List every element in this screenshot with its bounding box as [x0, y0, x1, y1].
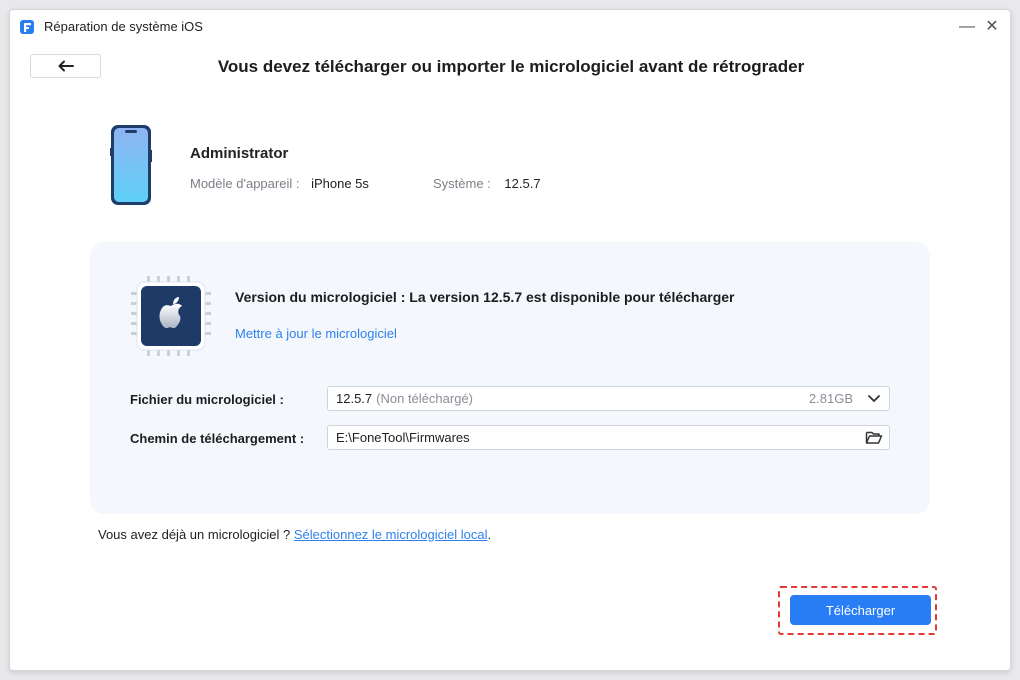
folder-open-icon[interactable]: [865, 429, 883, 446]
device-system-value: 12.5.7: [504, 176, 541, 191]
minimize-button[interactable]: —: [958, 18, 976, 36]
update-firmware-link[interactable]: Mettre à jour le micrologiciel: [235, 326, 397, 341]
iphone-icon: [110, 125, 152, 205]
page-title: Vous devez télécharger ou importer le mi…: [217, 57, 805, 76]
local-firmware-suffix: .: [487, 527, 492, 542]
download-button[interactable]: Télécharger: [790, 595, 931, 625]
close-button[interactable]: ✕: [983, 18, 1001, 36]
window-title: Réparation de système iOS: [44, 19, 203, 34]
chevron-down-icon[interactable]: [865, 390, 883, 407]
device-name: Administrator: [190, 145, 289, 162]
local-firmware-text: Vous avez déjà un micrologiciel ?: [98, 527, 291, 542]
select-local-firmware-link[interactable]: Sélectionnez le micrologiciel local: [294, 527, 488, 542]
device-system: Système : 12.5.7: [433, 176, 541, 191]
device-model-value: iPhone 5s: [311, 176, 369, 191]
download-path-field[interactable]: E:\FoneTool\Firmwares: [327, 425, 890, 450]
title-bar: Réparation de système iOS — ✕: [10, 10, 1010, 44]
firmware-version-title: Version du micrologiciel : La version 12…: [235, 289, 735, 305]
device-model: Modèle d'appareil : iPhone 5s: [190, 176, 369, 191]
local-firmware-line: Vous avez déjà un micrologiciel ? Sélect…: [98, 527, 491, 542]
device-model-label: Modèle d'appareil :: [190, 176, 300, 191]
firmware-file-label: Fichier du micrologiciel :: [130, 392, 284, 407]
download-path-value: E:\FoneTool\Firmwares: [336, 430, 470, 445]
firmware-file-size: 2.81GB: [808, 391, 853, 406]
app-window: Réparation de système iOS — ✕ Vous devez…: [9, 9, 1011, 671]
firmware-file-select[interactable]: 12.5.7 (Non téléchargé) 2.81GB: [327, 386, 890, 411]
firmware-file-status: (Non téléchargé): [376, 391, 473, 406]
device-system-label: Système :: [433, 176, 491, 191]
apple-chip-icon: [131, 276, 211, 356]
firmware-panel: [90, 242, 930, 514]
app-logo-icon: [20, 20, 34, 34]
firmware-file-value: 12.5.7: [336, 391, 373, 406]
download-path-label: Chemin de téléchargement :: [130, 431, 305, 446]
